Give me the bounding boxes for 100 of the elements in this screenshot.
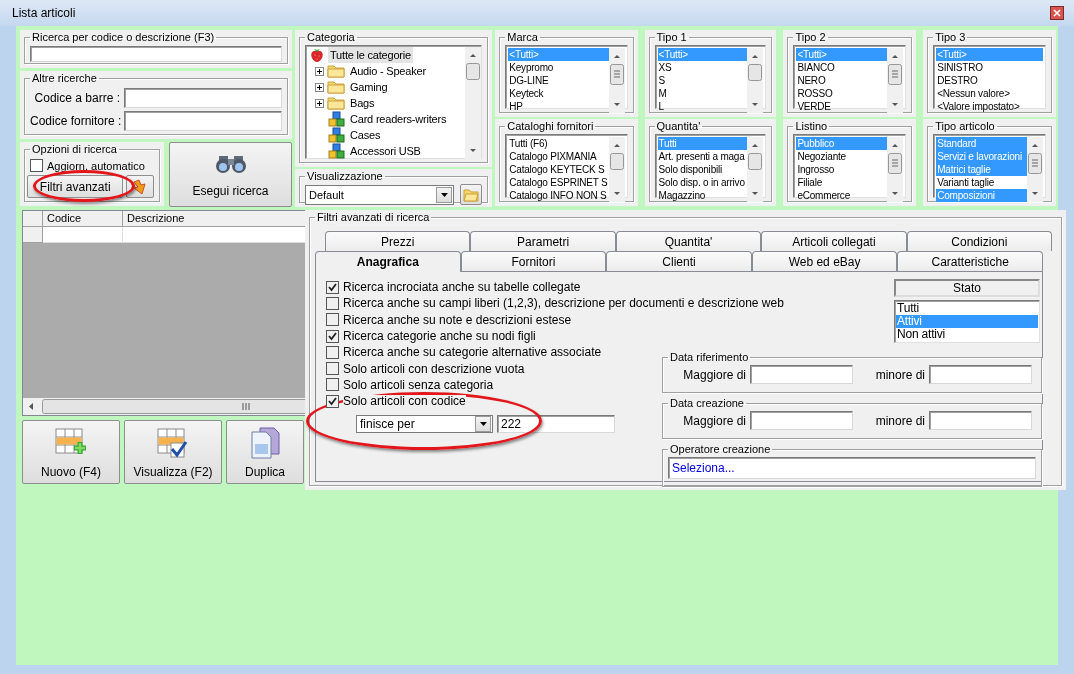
date-field[interactable] [750,411,853,430]
checkbox[interactable] [326,345,339,359]
expand-icon[interactable] [315,98,324,108]
tab[interactable]: Articoli collegati [761,231,907,251]
arrow-button[interactable] [126,175,154,198]
list-item[interactable]: HP [508,100,609,113]
list-item[interactable]: Solo disponibili [657,163,748,176]
dropdown-button[interactable] [475,416,491,433]
action-button[interactable]: Nuovo (F4) [22,420,120,484]
list-item[interactable]: Non attivi [896,328,1038,341]
tab[interactable]: Fornitori [460,251,607,271]
search-field[interactable] [30,46,282,62]
tree-item[interactable]: Tutte le categorie [328,47,413,63]
arrow-icon [132,178,149,195]
vertical-scrollbar[interactable] [887,48,904,113]
list-item[interactable]: Catalogo ESPRINET S [508,176,609,189]
tab[interactable]: Quantita' [615,231,762,251]
list-item[interactable]: M [657,87,748,100]
vertical-scrollbar[interactable] [1027,137,1043,202]
list-item[interactable]: Catalogo PIXMANIA [508,150,609,163]
list-item[interactable]: ROSSO [796,87,888,100]
folder-button[interactable] [460,184,483,205]
list-item[interactable]: SINISTRO [936,61,1043,74]
tree-item[interactable]: Cases [348,127,383,143]
tab[interactable]: Web ed eBay [751,251,898,271]
date-field[interactable] [929,365,1032,384]
checkbox[interactable] [326,296,339,310]
text-field[interactable] [124,88,282,108]
vertical-scrollbar[interactable] [747,137,764,202]
checkbox[interactable] [326,329,339,343]
group-title: Quantita' [656,120,701,132]
list-item[interactable]: Keyteck [508,87,609,100]
list-item[interactable]: S [657,74,748,87]
expand-icon[interactable] [315,82,324,92]
checkbox[interactable] [326,378,339,392]
code-field[interactable]: 222 [497,415,615,434]
action-button[interactable]: Duplica [226,420,304,484]
checkbox[interactable] [326,362,339,376]
tab[interactable]: Anagrafica [315,251,461,272]
tab[interactable]: Condizioni [906,231,1053,251]
grid-check-icon [156,425,190,460]
vertical-scrollbar[interactable] [747,48,764,113]
date-field[interactable] [929,411,1032,430]
tree-item[interactable]: Accessori USB [348,143,423,159]
column-header[interactable]: Stato [894,279,1040,297]
checkbox[interactable] [326,313,339,327]
list-item[interactable]: VERDE [796,100,888,113]
horizontal-scrollbar[interactable] [23,398,306,415]
list-item[interactable]: BIANCO [796,61,888,74]
close-button[interactable] [1050,6,1064,20]
vertical-scrollbar[interactable] [608,48,625,113]
advanced-filters-button[interactable]: Filtri avanzati [27,175,124,198]
vertical-scrollbar[interactable] [887,137,904,202]
list-item[interactable]: Tutti [896,302,1038,315]
list-item[interactable]: eCommerce [796,189,888,202]
group-title: Tipo 2 [795,31,826,43]
checkbox[interactable] [326,394,339,408]
list-item[interactable]: Tutti (F6) [508,137,609,150]
list-item[interactable]: Keypromo [508,61,609,74]
folder-icon [463,187,480,202]
text-field[interactable] [124,111,282,131]
group-title: Listino [795,120,828,132]
checkbox[interactable] [326,280,339,294]
tab[interactable]: Parametri [470,231,616,251]
list-item[interactable]: Filiale [796,176,888,189]
list-item[interactable]: <Valore impostato> [936,100,1043,113]
view-dropdown[interactable]: Default [305,184,455,205]
group-title: Tipo 1 [656,31,687,43]
action-button[interactable]: Visualizza (F2) [124,420,222,484]
vertical-scrollbar[interactable] [465,47,482,159]
list-item[interactable]: XS [657,61,748,74]
checkbox[interactable] [30,159,43,172]
tab[interactable]: Clienti [606,251,752,271]
list-item[interactable]: DG-LINE [508,74,609,87]
list-item[interactable]: Catalogo INFO NON S [508,189,609,202]
list-item[interactable]: Magazzino [657,189,748,202]
strawberry-icon [309,47,325,63]
match-dropdown[interactable]: finisce per [356,415,493,434]
tab[interactable]: Prezzi [325,231,471,251]
tab[interactable]: Caratteristiche [897,251,1043,271]
list-item[interactable]: Solo disp. o in arrivo [657,176,748,189]
date-field[interactable] [750,365,853,384]
tree-item[interactable]: Gaming [348,79,390,95]
list-item[interactable]: Catalogo KEYTECK S [508,163,609,176]
search-button[interactable]: Esegui ricerca [169,142,292,207]
list-item[interactable]: L [657,100,748,113]
dropdown-button[interactable] [436,186,453,203]
list-item[interactable]: Varianti taglie [936,176,1027,189]
list-item[interactable]: <Nessun valore> [936,87,1043,100]
tree-item[interactable]: Card readers-writers [348,111,449,127]
vertical-scrollbar[interactable] [608,137,625,202]
list-item[interactable]: Negoziante [796,150,888,163]
expand-icon[interactable] [315,66,324,76]
tree-item[interactable]: Bags [348,95,377,111]
list-item[interactable]: Art. presenti a maga [657,150,748,163]
tree-item[interactable]: Audio - Speaker [348,63,428,79]
list-item[interactable]: DESTRO [936,74,1043,87]
list-item[interactable]: NERO [796,74,888,87]
list-item[interactable]: Ingrosso [796,163,888,176]
operator-field[interactable]: Seleziona... [668,457,1036,479]
